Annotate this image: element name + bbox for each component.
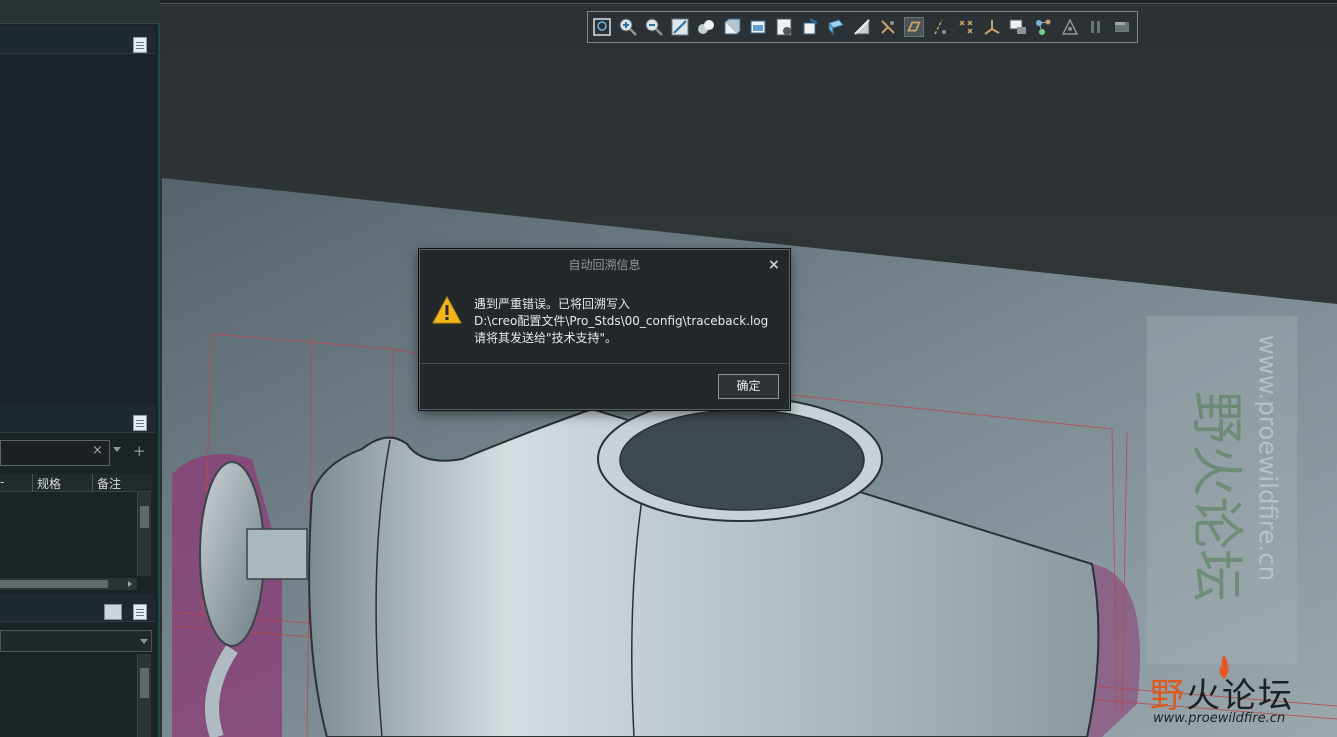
column-header-note[interactable]: 备注 bbox=[97, 475, 121, 492]
graphics-toolbar bbox=[587, 11, 1138, 43]
clear-icon[interactable]: × bbox=[92, 443, 103, 458]
warning-icon bbox=[432, 296, 462, 324]
graphics-options-icon[interactable] bbox=[1112, 17, 1132, 37]
message-line-3: 请将其发送给"技术支持"。 bbox=[474, 331, 618, 345]
details-panel-header bbox=[0, 594, 155, 622]
column-divider[interactable] bbox=[92, 474, 93, 492]
zoom-fit-icon[interactable] bbox=[592, 17, 612, 37]
navigator-tabs-bar bbox=[0, 0, 160, 24]
saved-views-icon[interactable] bbox=[696, 17, 716, 37]
column-divider[interactable] bbox=[32, 474, 33, 492]
scroll-thumb[interactable] bbox=[140, 506, 149, 528]
details-vertical-scrollbar[interactable] bbox=[137, 654, 151, 737]
scroll-thumb[interactable] bbox=[0, 580, 108, 588]
watermark-url: www.proewildfire.cn bbox=[1153, 711, 1286, 726]
top-opening-hole bbox=[619, 409, 865, 511]
section-icon[interactable] bbox=[826, 17, 846, 37]
point-display-icon[interactable] bbox=[956, 17, 976, 37]
layer-stack-icon[interactable] bbox=[104, 604, 122, 620]
vertical-watermark: 野火论坛 www.proewildfire.cn bbox=[1146, 315, 1298, 665]
appearance-icon[interactable] bbox=[1034, 17, 1054, 37]
csys-display-icon[interactable] bbox=[982, 17, 1002, 37]
details-settings-icon[interactable] bbox=[133, 604, 147, 620]
column-header-spec[interactable]: 规格 bbox=[37, 475, 61, 492]
scroll-thumb[interactable] bbox=[140, 668, 149, 698]
model-tree-header bbox=[0, 26, 155, 54]
column-header-name[interactable]: - bbox=[0, 475, 4, 489]
view-manager-icon[interactable] bbox=[774, 17, 794, 37]
grid-body[interactable] bbox=[0, 492, 137, 576]
watermark-vertical-url: www.proewildfire.cn bbox=[1254, 335, 1283, 582]
display-style-icon[interactable] bbox=[722, 17, 742, 37]
watermark-vertical-text: 野火论坛 bbox=[1185, 391, 1246, 602]
watermark-logo-first: 野 bbox=[1150, 676, 1186, 716]
zoom-out-icon[interactable] bbox=[644, 17, 664, 37]
perspective-icon[interactable] bbox=[800, 17, 820, 37]
traceback-dialog: 自动回溯信息 × 遇到严重错误。已将回溯写入 D:\creo配置文件\Pro_S… bbox=[419, 249, 790, 410]
layer-panel-header bbox=[0, 405, 155, 433]
message-line-1: 遇到严重错误。已将回溯写入 bbox=[474, 297, 631, 311]
message-line-2-path: D:\creo配置文件\Pro_Stds\00_config\traceback… bbox=[474, 314, 769, 328]
dialog-divider bbox=[420, 363, 789, 364]
zoom-in-icon[interactable] bbox=[618, 17, 638, 37]
detail-filter-select[interactable] bbox=[0, 630, 152, 652]
layer-settings-icon[interactable] bbox=[133, 415, 147, 431]
close-icon[interactable]: × bbox=[768, 257, 780, 273]
grid-horizontal-scrollbar[interactable] bbox=[0, 578, 137, 590]
pause-icon[interactable] bbox=[1086, 17, 1106, 37]
ok-button[interactable]: 确定 bbox=[718, 374, 779, 399]
tree-settings-icon[interactable] bbox=[133, 37, 147, 53]
grid-header: - 规格 备注 bbox=[0, 474, 152, 492]
dialog-title: 自动回溯信息 bbox=[568, 258, 641, 272]
refit-icon[interactable] bbox=[670, 17, 690, 37]
creo-window: × + - 规格 备注 野火论坛 www.proewildfire.cn 自动回… bbox=[0, 0, 1337, 737]
model-tree-area[interactable] bbox=[0, 56, 155, 402]
watermark-logo-rest: 火论坛 bbox=[1186, 676, 1294, 716]
grid-vertical-scrollbar[interactable] bbox=[137, 492, 151, 576]
chevron-down-icon[interactable] bbox=[140, 639, 148, 644]
axis-display-icon[interactable] bbox=[930, 17, 950, 37]
dialog-message: 遇到严重错误。已将回溯写入 D:\creo配置文件\Pro_Stds\00_co… bbox=[474, 296, 768, 347]
neck-stub bbox=[246, 528, 308, 580]
triangle-display-icon[interactable] bbox=[1060, 17, 1080, 37]
datum-display-icon[interactable] bbox=[878, 17, 898, 37]
chevron-down-icon[interactable] bbox=[113, 447, 121, 452]
shading-icon[interactable] bbox=[852, 17, 872, 37]
spin-center-icon[interactable] bbox=[1008, 17, 1028, 37]
scroll-right-icon[interactable] bbox=[124, 578, 136, 590]
watermark-logo: 野火论坛 bbox=[1150, 668, 1294, 717]
named-views-icon[interactable] bbox=[748, 17, 768, 37]
add-icon[interactable]: + bbox=[133, 442, 146, 460]
annotation-display-icon[interactable] bbox=[904, 17, 924, 37]
